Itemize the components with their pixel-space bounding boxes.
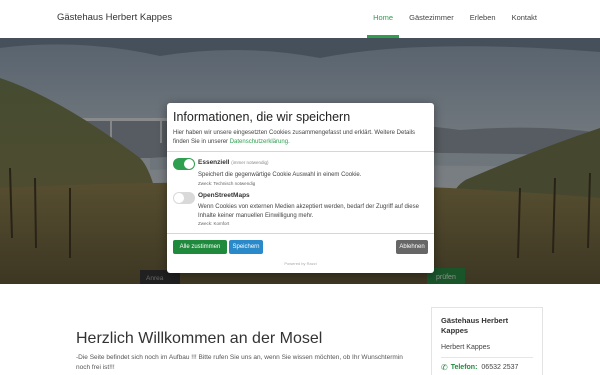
welcome-text: -Die Seite befindet sich noch im Aufbau …: [76, 354, 403, 371]
openstreetmaps-description: Wenn Cookies von externen Medien akzepti…: [198, 204, 419, 219]
openstreetmaps-toggle[interactable]: [173, 192, 195, 204]
nav-erleben[interactable]: Erleben: [464, 0, 502, 38]
phone-icon: ✆: [441, 363, 448, 372]
nav-home[interactable]: Home: [367, 0, 400, 38]
toggle-knob: [184, 159, 194, 169]
essential-note: (immer notwendig): [231, 160, 269, 165]
contact-phone-row: ✆ Telefon: 06532 2537: [441, 363, 533, 372]
brand-name[interactable]: Gästehaus Herbert Kappes: [57, 12, 172, 23]
contact-owner: Herbert Kappes: [441, 344, 491, 351]
openstreetmaps-purpose: Zweck: Komfort: [198, 221, 230, 226]
cookie-intro-text: Hier haben wir unsere eingesetzten Cooki…: [173, 130, 416, 145]
essential-option-name: Essenziell (immer notwendig): [198, 159, 269, 166]
nav-gaestezimmer[interactable]: Gästezimmer: [403, 0, 460, 38]
toggle-knob: [174, 193, 184, 203]
reject-button[interactable]: Ablehnen: [396, 240, 428, 254]
accept-all-button[interactable]: Alle zustimmen: [173, 240, 227, 254]
save-button[interactable]: Speichern: [229, 240, 263, 254]
powered-by-text: Powered by Razzi: [284, 261, 317, 266]
cookie-dialog-title: Informationen, die wir speichern: [173, 110, 351, 124]
essential-toggle[interactable]: [173, 158, 195, 170]
contact-card-title: Gästehaus Herbert Kappes: [441, 316, 509, 335]
cookie-consent-dialog: Informationen, die wir speichern Hier ha…: [167, 103, 434, 273]
contact-card: Gästehaus Herbert Kappes Herbert Kappes …: [431, 307, 543, 375]
nav-kontakt[interactable]: Kontakt: [506, 0, 543, 38]
essential-description: Speichert die gegenwärtige Cookie Auswah…: [198, 172, 362, 178]
openstreetmaps-option-name: OpenStreetMaps: [198, 192, 250, 199]
contact-divider: [441, 357, 533, 358]
main-nav: Home Gästezimmer Erleben Kontakt: [363, 0, 543, 38]
welcome-heading: Herzlich Willkommen an der Mosel: [76, 330, 323, 347]
cookie-divider-top: [167, 151, 434, 152]
privacy-policy-link[interactable]: Datenschutzerklärung.: [230, 139, 290, 145]
phone-number[interactable]: 06532 2537: [481, 364, 518, 371]
site-header: Gästehaus Herbert Kappes Home Gästezimme…: [0, 0, 600, 38]
phone-label: Telefon:: [450, 364, 478, 371]
cookie-divider-bottom: [167, 233, 434, 234]
essential-purpose: Zweck: Technisch notwendig: [198, 181, 256, 186]
cookie-dialog-intro: Hier haben wir unsere eingesetzten Cooki…: [173, 129, 429, 147]
essential-label: Essenziell: [198, 159, 230, 166]
